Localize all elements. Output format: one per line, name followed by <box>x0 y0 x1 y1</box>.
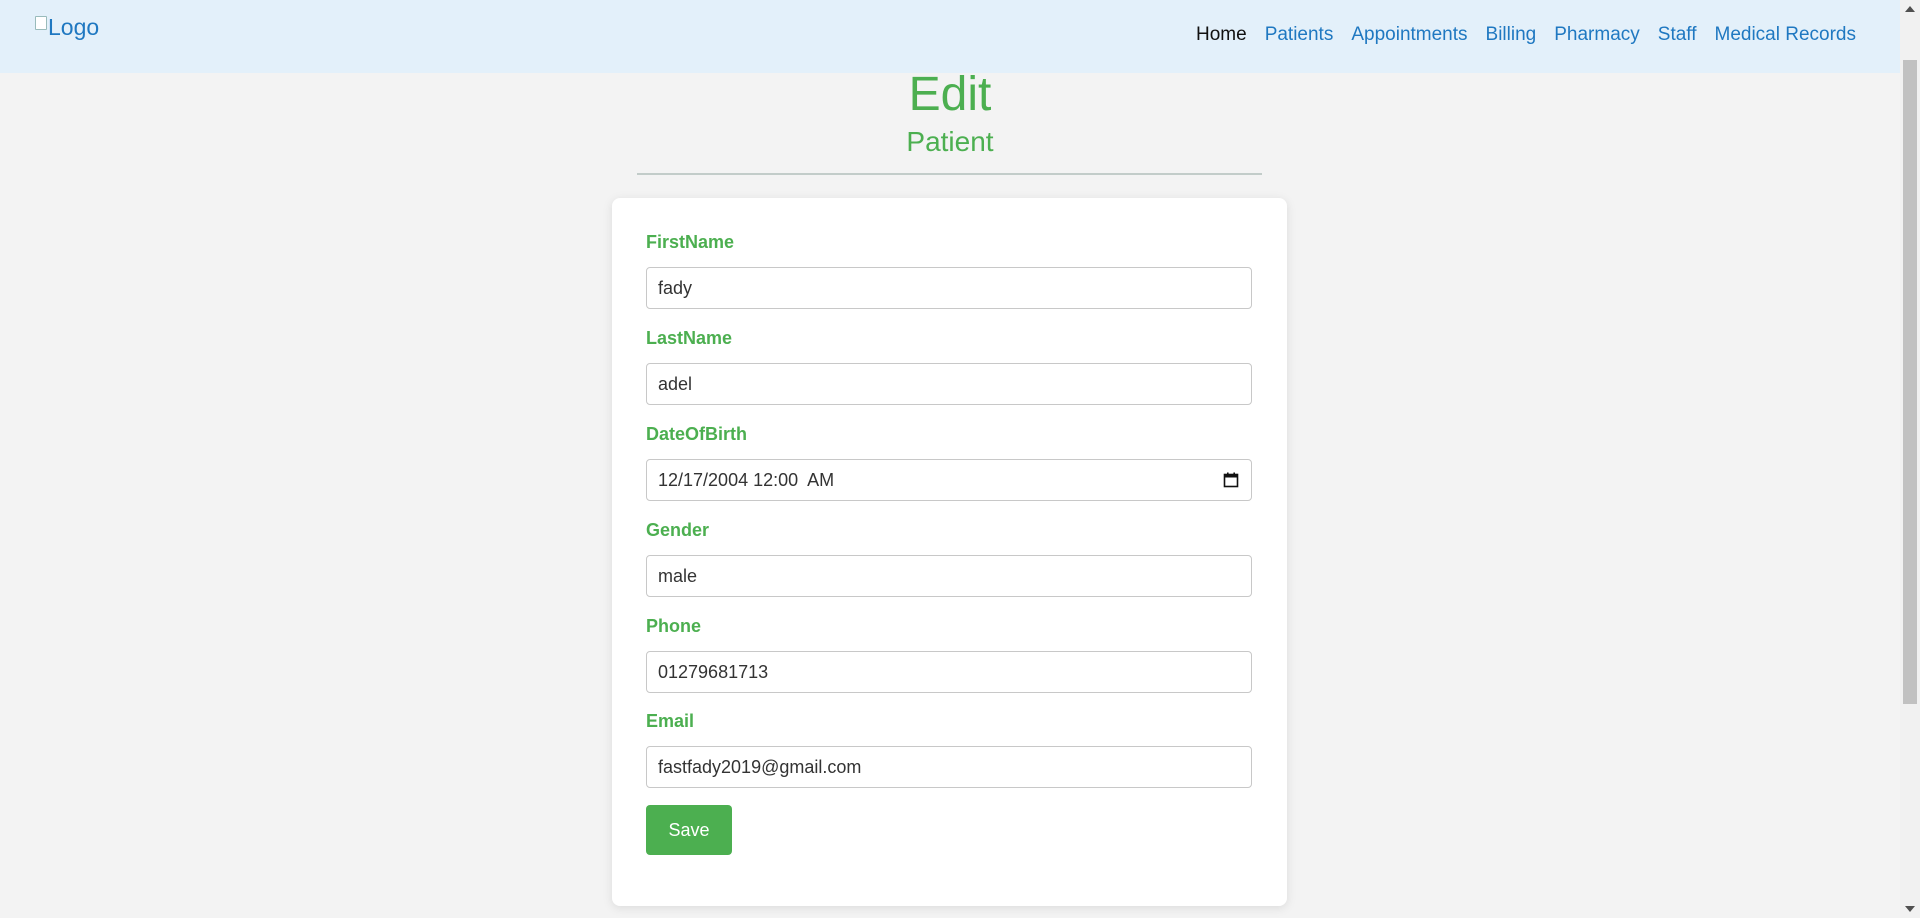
last-name-input[interactable]: adel <box>646 363 1252 405</box>
nav-billing[interactable]: Billing <box>1486 24 1537 46</box>
email-value: fastfady2019@gmail.com <box>658 756 862 777</box>
last-name-value: adel <box>658 373 693 394</box>
phone-value: 01279681713 <box>658 661 769 682</box>
save-button[interactable]: Save <box>646 805 732 855</box>
date-of-birth-input[interactable]: 12/17/2004 12:00 AM <box>646 459 1252 501</box>
page-scrollbar[interactable] <box>1900 0 1920 918</box>
scroll-up-arrow-icon[interactable] <box>1905 6 1915 12</box>
email-label: Email <box>646 711 695 731</box>
page-title: Edit <box>908 68 992 121</box>
date-of-birth-label: DateOfBirth <box>646 424 748 444</box>
nav-home[interactable]: Home <box>1196 24 1247 46</box>
nav-pharmacy[interactable]: Pharmacy <box>1554 24 1640 46</box>
navbar: Logo Home Patients Appointments Billing … <box>0 0 1900 73</box>
page: Logo Home Patients Appointments Billing … <box>0 0 1920 918</box>
gender-input[interactable]: male <box>646 555 1252 597</box>
phone-input[interactable]: 01279681713 <box>646 651 1252 693</box>
scroll-thumb[interactable] <box>1903 60 1917 704</box>
email-input[interactable]: fastfady2019@gmail.com <box>646 746 1252 788</box>
gender-label: Gender <box>646 520 710 540</box>
gender-value: male <box>658 565 698 586</box>
date-of-birth-value: 12/17/2004 12:00 AM <box>658 469 835 490</box>
nav-appointments[interactable]: Appointments <box>1351 24 1467 46</box>
phone-label: Phone <box>646 616 702 636</box>
first-name-label: FirstName <box>646 232 735 252</box>
page-heading: Edit Patient <box>0 68 1900 160</box>
main-nav: Home Patients Appointments Billing Pharm… <box>1178 24 1856 46</box>
heading-divider <box>637 173 1262 175</box>
first-name-input[interactable]: fady <box>646 267 1252 309</box>
logo-link[interactable]: Logo <box>35 14 99 41</box>
nav-patients[interactable]: Patients <box>1265 24 1334 46</box>
first-name-value: fady <box>658 277 693 298</box>
last-name-label: LastName <box>646 328 733 348</box>
edit-patient-form: FirstName fady LastName adel DateOfBirth… <box>612 198 1287 906</box>
page-subtitle: Patient <box>906 126 994 157</box>
calendar-icon[interactable] <box>1223 472 1239 488</box>
scroll-down-arrow-icon[interactable] <box>1905 906 1915 912</box>
logo-alt-text: Logo <box>48 14 100 40</box>
nav-staff[interactable]: Staff <box>1658 24 1697 46</box>
nav-medical-records[interactable]: Medical Records <box>1715 24 1857 46</box>
broken-image-icon <box>35 16 47 30</box>
